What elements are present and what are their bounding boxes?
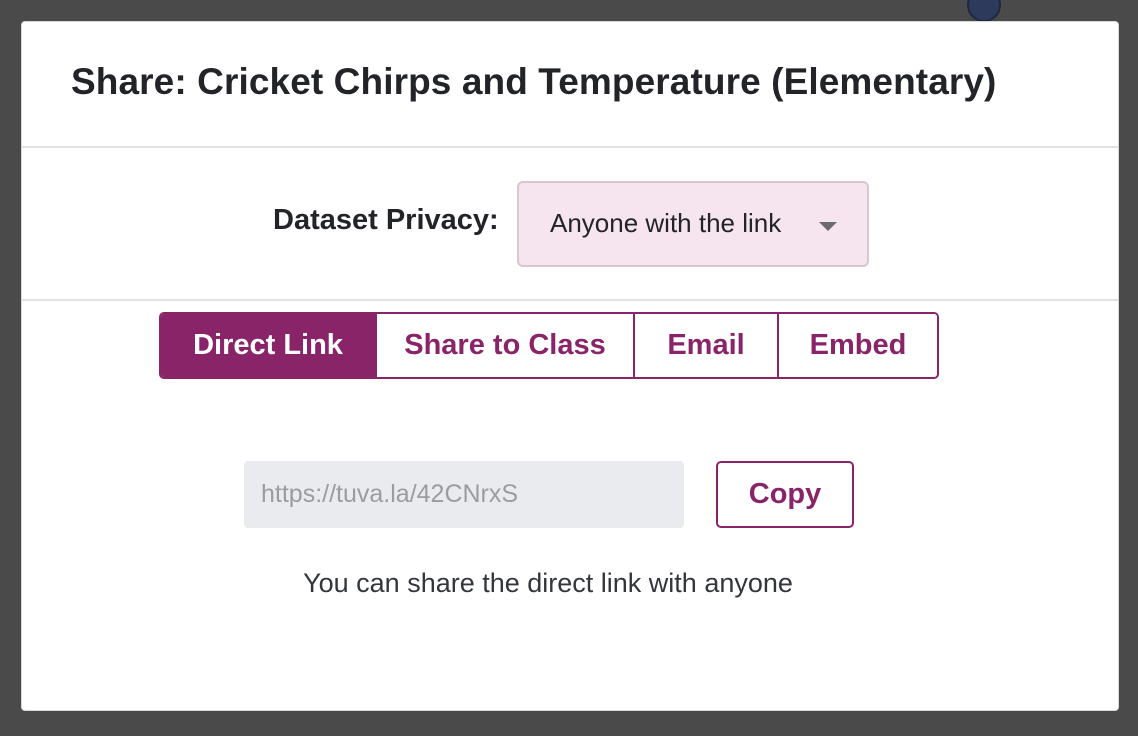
modal-header: Share: Cricket Chirps and Temperature (E… <box>22 22 1118 148</box>
tab-direct-link[interactable]: Direct Link <box>161 314 375 377</box>
copy-button[interactable]: Copy <box>716 461 854 528</box>
share-tabs: Direct Link Share to Class Email Embed <box>159 312 939 379</box>
tab-email[interactable]: Email <box>633 314 777 377</box>
privacy-select-value: Anyone with the link <box>550 208 782 238</box>
privacy-label: Dataset Privacy: <box>273 204 499 236</box>
tab-embed[interactable]: Embed <box>777 314 937 377</box>
chevron-down-icon <box>819 222 837 231</box>
direct-link-help: You can share the direct link with anyon… <box>303 568 793 598</box>
tab-share-to-class[interactable]: Share to Class <box>375 314 633 377</box>
direct-link-field[interactable] <box>244 461 684 528</box>
privacy-row: Dataset Privacy: Anyone with the link <box>22 148 1118 301</box>
modal-title: Share: Cricket Chirps and Temperature (E… <box>71 61 997 102</box>
privacy-select[interactable]: Anyone with the link <box>517 181 869 267</box>
